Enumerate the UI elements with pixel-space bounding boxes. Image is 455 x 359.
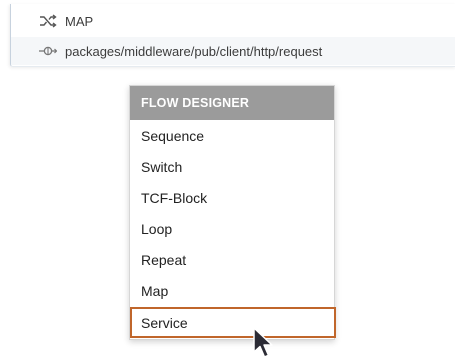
mouse-cursor-icon (253, 327, 273, 358)
menu-item-map[interactable]: Map (130, 275, 334, 306)
flow-step-map[interactable]: MAP (11, 7, 455, 35)
shuffle-icon (39, 14, 57, 28)
flow-step-map-label: MAP (65, 13, 94, 29)
menu-item-service[interactable]: Service (130, 307, 336, 338)
flow-step-panel: MAP packages/middleware/pub/client/http/… (10, 4, 455, 67)
menu-item-sequence[interactable]: Sequence (130, 120, 334, 151)
flow-designer-menu: FLOW DESIGNER Sequence Switch TCF-Block … (129, 85, 336, 340)
service-node-icon (39, 44, 57, 58)
menu-item-repeat[interactable]: Repeat (130, 244, 334, 275)
menu-list: Sequence Switch TCF-Block Loop Repeat Ma… (130, 120, 336, 338)
menu-header: FLOW DESIGNER (130, 86, 334, 120)
flow-step-service-label: packages/middleware/pub/client/http/requ… (65, 43, 323, 59)
flow-step-service[interactable]: packages/middleware/pub/client/http/requ… (11, 37, 455, 65)
menu-item-tcf-block[interactable]: TCF-Block (130, 182, 334, 213)
menu-item-switch[interactable]: Switch (130, 151, 334, 182)
menu-item-loop[interactable]: Loop (130, 213, 334, 244)
